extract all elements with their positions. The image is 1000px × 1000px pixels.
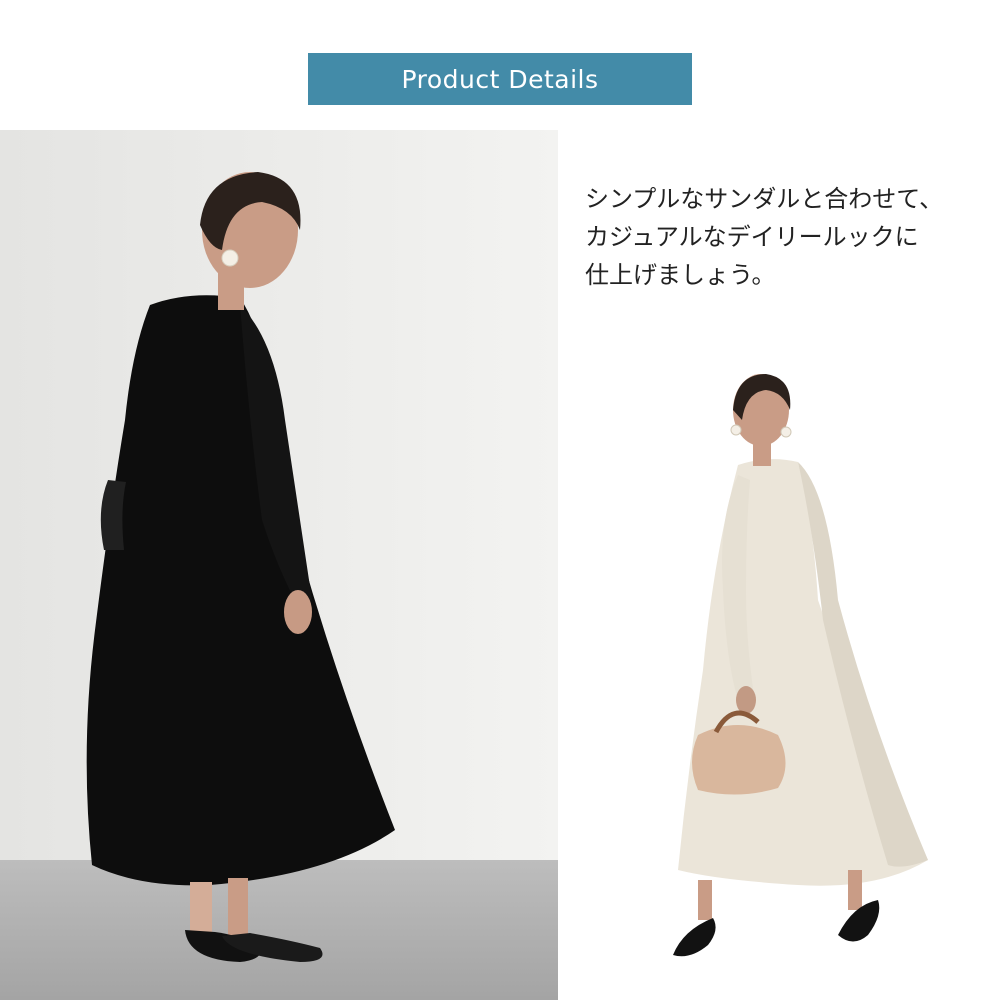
product-caption: シンプルなサンダルと合わせて、 カジュアルなデイリールックに 仕上げましょう。 (585, 180, 985, 294)
ivory-dress-illustration (628, 370, 948, 990)
caption-line-3: 仕上げましょう。 (585, 261, 776, 289)
black-dress-illustration (0, 130, 558, 1000)
product-details-banner: Product Details (308, 53, 692, 105)
ivory-dress-photo (628, 370, 948, 990)
black-dress-photo (0, 130, 558, 1000)
caption-line-2: カジュアルなデイリールックに (585, 223, 919, 251)
banner-title: Product Details (401, 64, 599, 94)
caption-line-1: シンプルなサンダルと合わせて、 (585, 185, 944, 213)
product-details-page: Product Details シンプルなサンダルと合わせて、 カジュアルなデイ… (0, 0, 1000, 1000)
